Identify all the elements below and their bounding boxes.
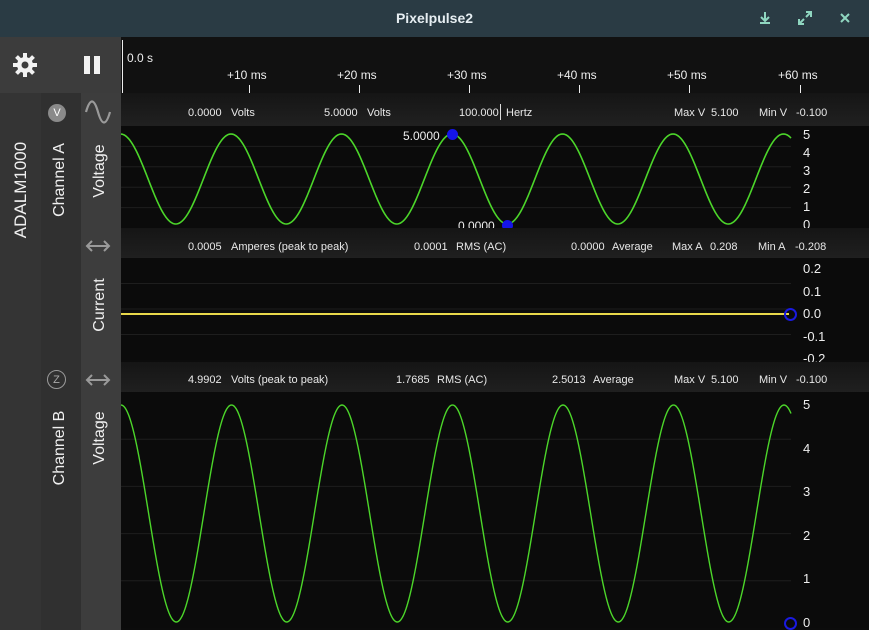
device-name: ADALM1000 <box>11 141 30 239</box>
y-tick-label: -0.1 <box>803 328 826 344</box>
cha-i-mina-label: Min A <box>758 241 786 253</box>
chb-v-avg-unit: Average <box>593 374 634 386</box>
cha-v-minv-value[interactable]: -0.100 <box>796 107 827 119</box>
download-icon[interactable] <box>755 8 775 28</box>
channel-a-voltage-label: Voltage <box>91 144 108 198</box>
ruler-tick <box>469 85 470 93</box>
ruler-tick-label: +20 ms <box>337 68 377 82</box>
y-tick-label: 0.2 <box>803 261 822 276</box>
chb-v-avg-value: 2.5013 <box>552 374 586 386</box>
signal-trace <box>121 404 792 623</box>
ruler-start-label: 0.0 s <box>127 51 154 65</box>
chb-v-p2p-value: 4.9902 <box>188 374 222 386</box>
ruler-tick-label: +60 ms <box>778 68 818 82</box>
chb-v-p2p-unit: Volts (peak to peak) <box>231 374 329 386</box>
ruler-start-line <box>122 40 123 93</box>
cha-i-avg-value: 0.0000 <box>571 241 605 253</box>
cha-v-high-handle[interactable] <box>447 129 458 140</box>
cha-v-min-unit: Volts <box>231 107 255 119</box>
y-tick-label: 5 <box>803 127 811 142</box>
y-tick-label: 0.1 <box>803 283 822 299</box>
y-tick-label: 2 <box>803 527 811 543</box>
ruler-tick-label: +10 ms <box>227 68 267 82</box>
cha-i-mina-value[interactable]: -0.208 <box>795 241 826 253</box>
cha-i-p2p-value: 0.0005 <box>188 241 222 253</box>
cha-i-handle[interactable] <box>784 308 797 321</box>
cha-i-maxa-value[interactable]: 0.208 <box>710 241 738 253</box>
ruler-tick-label: +50 ms <box>667 68 707 82</box>
chb-v-maxv-value[interactable]: 5.100 <box>711 374 739 386</box>
channel-b-voltage-plot[interactable] <box>121 392 869 628</box>
cha-v-maxv-value[interactable]: 5.100 <box>711 107 739 119</box>
y-tick-label: 3 <box>803 163 811 178</box>
cha-v-marker-high-label: 5.0000 <box>403 129 440 143</box>
close-icon[interactable] <box>835 8 855 28</box>
cha-i-avg-unit: Average <box>612 241 653 253</box>
cha-v-minv-label: Min V <box>759 107 788 119</box>
channel-a-voltage-plot[interactable] <box>121 126 869 228</box>
chb-v-maxv-label: Max V <box>674 374 706 386</box>
time-ruler[interactable] <box>121 37 869 93</box>
y-tick-label: 4 <box>803 145 811 160</box>
cha-v-max-unit: Volts <box>367 107 391 119</box>
cha-v-max-value[interactable]: 5.0000 <box>324 107 358 119</box>
cha-v-freq-unit: Hertz <box>506 107 533 119</box>
channel-a-current-label: Current <box>91 278 108 332</box>
chb-v-minv-label: Min V <box>759 374 788 386</box>
y-tick-label: 5 <box>803 397 811 412</box>
gear-icon[interactable] <box>12 52 38 78</box>
ruler-tick-label: +40 ms <box>557 68 597 82</box>
cha-v-min-value[interactable]: 0.0000 <box>188 107 222 119</box>
cha-i-maxa-label: Max A <box>672 241 703 253</box>
ruler-tick <box>579 85 580 93</box>
y-tick-label: 3 <box>803 484 811 500</box>
ruler-tick <box>249 85 250 93</box>
text-cursor <box>500 104 501 120</box>
channel-b-voltage-arrows-icon[interactable] <box>84 370 112 390</box>
chb-v-minv-value[interactable]: -0.100 <box>796 374 827 386</box>
y-tick-label: 2 <box>803 181 811 196</box>
chb-v-handle[interactable] <box>784 617 797 630</box>
y-tick-label: 1 <box>803 571 811 587</box>
channel-b-label: Channel B <box>51 410 68 486</box>
cha-i-rms-value: 0.0001 <box>414 241 448 253</box>
channel-a-current-plot[interactable] <box>121 258 869 360</box>
channel-a-mode-badge[interactable]: V <box>48 104 66 122</box>
ruler-tick-label: +30 ms <box>447 68 487 82</box>
y-tick-label: 0 <box>803 615 811 630</box>
channel-b-mode-badge[interactable]: Z <box>47 370 66 389</box>
cha-v-maxv-label: Max V <box>674 107 706 119</box>
window-title: Pixelpulse2 <box>395 10 474 26</box>
y-tick-label: 0.0 <box>803 306 822 321</box>
maximize-icon[interactable] <box>795 8 815 28</box>
y-tick-label: 4 <box>803 440 811 456</box>
cha-i-p2p-unit: Amperes (peak to peak) <box>231 241 349 253</box>
ruler-tick <box>359 85 360 93</box>
chb-v-rms-unit: RMS (AC) <box>437 374 488 386</box>
ruler-tick <box>800 85 801 93</box>
y-tick-label: 1 <box>803 199 811 214</box>
chb-v-rms-value: 1.7685 <box>396 374 430 386</box>
pause-icon[interactable] <box>82 55 102 75</box>
sine-wave-icon[interactable] <box>84 98 112 126</box>
cha-i-rms-unit: RMS (AC) <box>456 241 507 253</box>
channel-b-voltage-label: Voltage <box>91 411 108 465</box>
ruler-tick <box>689 85 690 93</box>
cha-v-freq-value[interactable]: 100.000 <box>459 107 499 119</box>
channel-a-label: Channel A <box>51 143 68 217</box>
signal-trace <box>121 133 792 225</box>
channel-a-current-arrows-icon[interactable] <box>84 236 112 256</box>
